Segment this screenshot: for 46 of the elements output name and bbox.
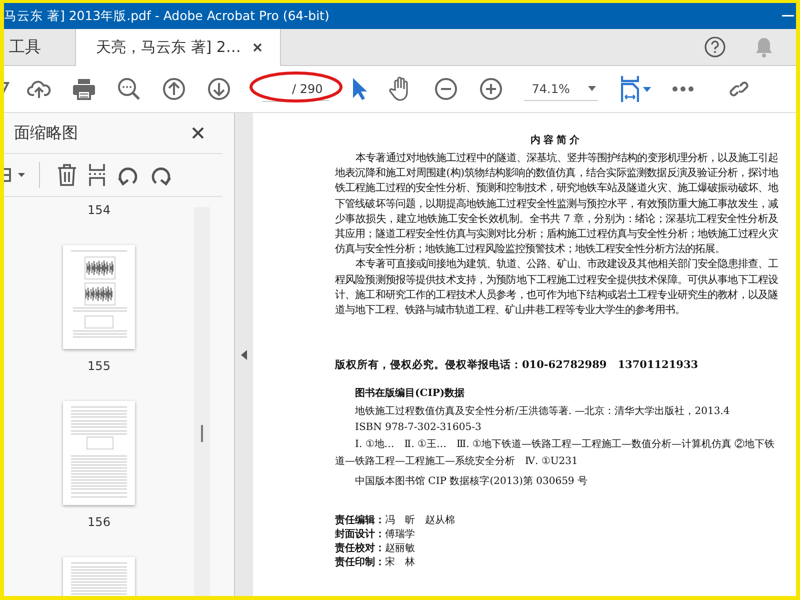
close-icon[interactable] [252,43,262,52]
fit-width-icon [620,76,639,102]
more-icon[interactable] [672,86,694,92]
paragraph: 本专著通过对地铁施工过程中的隧道、深基坑、竖井等围护结构的变形机理分析，以及施工引起地表沉降和施工对周围建(构)筑物结构影响的数值仿真，结合实际监测数据反演及验证分析，探讨地铁工程施工过程的安全性分析、预测和控制技术，研究地铁车站及隧道火灾、施工爆破振动破坏、地下管线破坏等问题，以期提高地铁施工过程安全性监测与预控水平，有效预防重大施工事故发生，减少事故损失，建立地铁施工安全长效机制。全书共 7 章，分别为：绪论；深基坑工程安全性分析及其应用；隧道工程安全性仿真与实测对比分析；盾构施工过程仿真与安全性分析；地铁施工过程火灾仿真与安全性分析；地铁施工过程风险监控预警技术；地铁工程安全性分析方法的拓展。 [335,151,778,258]
panel-title: 面缩略图 [14,122,78,144]
next-page-icon[interactable] [207,77,231,101]
credit-line: 封面设计：傅瑞学 [335,528,416,542]
page-thumbnail[interactable] [63,245,135,349]
close-icon[interactable] [192,127,204,139]
fit-page-dropdown[interactable] [620,76,651,102]
zoom-dropdown[interactable]: 74.1% [524,78,598,100]
zoom-in-icon[interactable] [478,77,503,101]
page-number-label: 156 [88,515,110,529]
upload-cloud-icon[interactable] [27,78,51,100]
cip-classification: Ⅰ. ①地… Ⅱ. ①王… Ⅲ. ①地下铁道—铁路工程—工程施工—数值分析—计算机仿真 ②地下铁道—铁路工程—工程施工—系统安全分析 Ⅳ. ①U231 [335,438,776,470]
cip-line: ISBN 978-7-302-31605-3 [355,422,482,434]
credit-line: 责任编辑：冯 昕 赵从棉 [335,514,456,528]
tab[interactable]: 天亮，马云东 著] 2… [76,29,281,66]
print-icon[interactable] [72,78,96,100]
credit-line: 责任校对：赵丽敏 [335,542,416,556]
paragraph: 本专著可直接或间接地为建筑、轨道、公路、矿山、市政建设及其他相关部门安全隐患排查、工程风险预测预报等提供技术支持，为预防地下工程施工过程安全提供技术保障。可供从事地下工程设计、施工和研究工作的工程技术人员参考，也可作为地下结构或岩土工程专业研究生的教材，以及隧道与地下工程、铁路与城市轨道工程、矿山井巷工程等专业大学生的参考用书。 [335,257,778,318]
collapse-arrow-icon[interactable] [241,350,247,360]
tab-label: 天亮，马云东 著] 2… [96,38,241,57]
copyright-notice: 版权所有，侵权必究。侵权举报电话：010-62782989 13701121933 [335,358,700,372]
previous-page-icon[interactable] [162,77,186,101]
insert-page-icon[interactable] [88,164,106,186]
page-total: / 290 [288,82,329,100]
caret-icon [588,86,596,91]
tab-label: 工具 [9,36,42,58]
zoom-out-icon[interactable] [434,77,458,101]
trash-icon[interactable] [57,164,77,186]
page-thumbnail[interactable] [63,401,135,505]
section-heading: 内容简介 [530,133,584,147]
page-number-label: 155 [88,359,110,373]
help-icon[interactable] [704,36,726,58]
cip-heading: 图书在版编目(CIP)数据 [355,386,466,400]
scrollbar-thumb[interactable] [201,425,203,442]
cip-line: 地铁施工过程数值仿真及安全性分析/王洪德等著. —北京：清华大学出版社，2013.4 [355,404,731,418]
cip-number: 中国版本图书馆 CIP 数据核字(2013)第 030659 号 [355,474,588,488]
page-number-label: 154 [88,203,110,217]
credit-line: 责任印制：宋 林 [335,556,416,570]
minimize-icon[interactable] [782,15,794,17]
zoom-search-icon[interactable] [117,77,141,101]
options-icon[interactable] [4,166,28,184]
window-title: 马云东 著] 2013年版.pdf - Adobe Acrobat Pro (64-bit) [4,8,330,24]
caret-icon [642,86,651,92]
